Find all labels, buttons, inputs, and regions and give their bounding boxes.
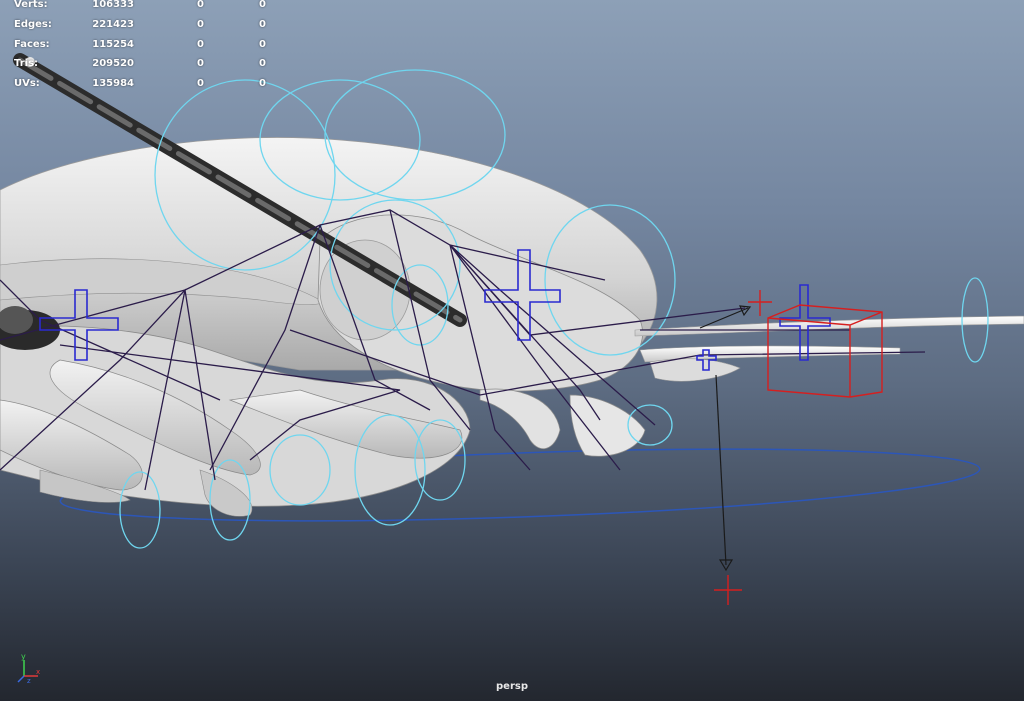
hud-value: 0	[197, 0, 204, 10]
hud-value: 135984	[92, 78, 134, 89]
hud-row-tris: Tris: 209520 0 0	[14, 57, 270, 71]
hud-value: 0	[259, 19, 266, 30]
hud-value: 0	[197, 78, 204, 89]
hud-label: Tris:	[14, 58, 39, 69]
hud-value: 0	[259, 39, 266, 50]
hud-label: Faces:	[14, 39, 50, 50]
hud-value: 209520	[92, 58, 134, 69]
hud-value: 0	[197, 39, 204, 50]
camera-name-label: persp	[496, 681, 528, 692]
hud-value: 221423	[92, 19, 134, 30]
hud-row-uvs: UVs: 135984 0 0	[14, 77, 270, 91]
hud-value: 0	[197, 58, 204, 69]
z-axis-line	[17, 675, 25, 683]
hud-label: Edges:	[14, 19, 52, 30]
hud-value: 0	[259, 58, 266, 69]
poly-count-hud: Verts: 106333 0 0 Edges: 221423 0 0 Face…	[0, 0, 270, 95]
pole-vector-upper	[748, 290, 772, 316]
hud-value: 0	[259, 0, 266, 10]
connection-arrows	[699, 305, 752, 572]
hud-row-edges: Edges: 221423 0 0	[14, 18, 270, 32]
hud-value: 106333	[92, 0, 134, 10]
hud-label: Verts:	[14, 0, 48, 10]
y-axis-label: y	[21, 652, 26, 661]
3d-viewport[interactable]: Verts: 106333 0 0 Edges: 221423 0 0 Face…	[0, 0, 1024, 701]
mandible-right-mesh[interactable]	[569, 394, 646, 457]
hud-value: 0	[259, 78, 266, 89]
hud-value: 0	[197, 19, 204, 30]
x-axis-label: x	[36, 668, 40, 676]
hud-value: 115254	[92, 39, 134, 50]
pole-vector-lower	[714, 575, 742, 605]
axis-gizmo: y x z	[17, 652, 40, 685]
z-axis-label: z	[27, 677, 31, 685]
hud-row-verts: Verts: 106333 0 0	[14, 0, 270, 12]
hud-row-faces: Faces: 115254 0 0	[14, 38, 270, 52]
hud-label: UVs:	[14, 78, 40, 89]
scene-render[interactable]	[0, 0, 1024, 701]
selected-objects[interactable]	[714, 290, 883, 605]
